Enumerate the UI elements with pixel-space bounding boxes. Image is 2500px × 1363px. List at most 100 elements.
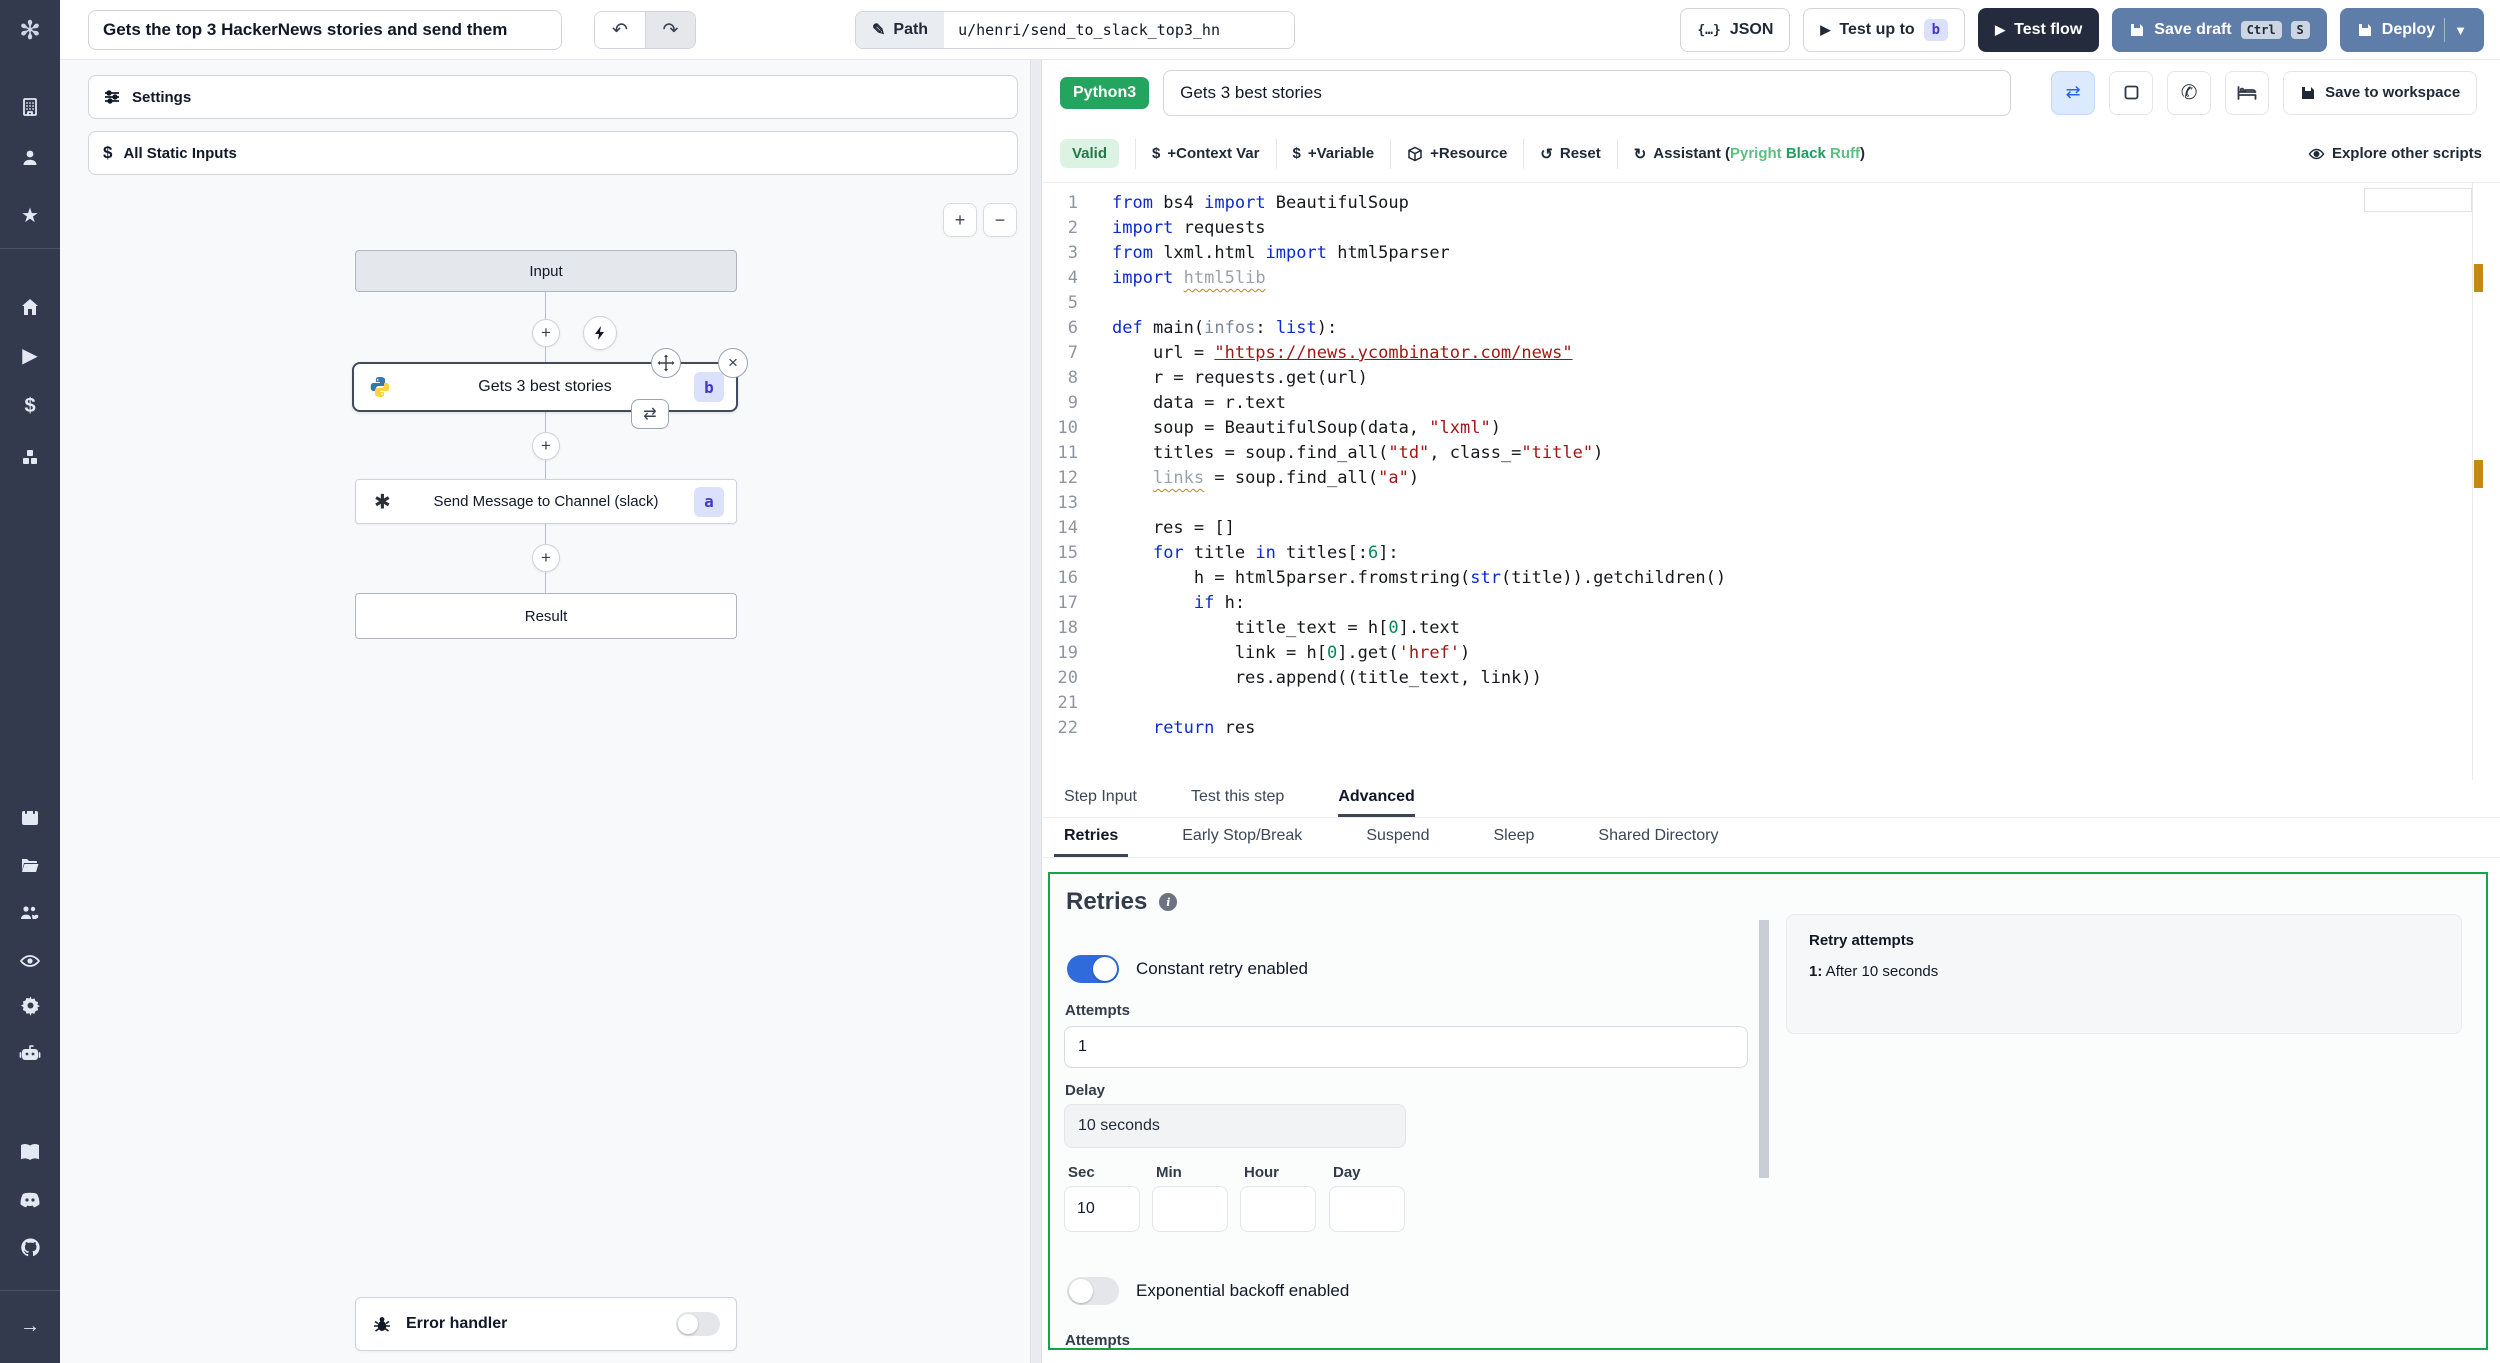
hour-input[interactable] — [1240, 1186, 1316, 1232]
subtab-suspend[interactable]: Suspend — [1356, 818, 1439, 857]
flow-title-input[interactable] — [88, 10, 562, 50]
assistant-tool-ruff: Ruff — [1830, 145, 1861, 162]
min-label: Min — [1156, 1164, 1182, 1181]
step-a-id-badge: a — [694, 486, 724, 517]
retries-settings-panel: Retries i Constant retry enabled Attempt… — [1048, 872, 2488, 1350]
resources-cubes-icon[interactable] — [10, 437, 50, 477]
explore-other-scripts-button[interactable]: Explore other scripts — [2308, 145, 2482, 162]
redo-button[interactable]: ↷ — [645, 12, 695, 48]
suspend-toolbar-button[interactable]: ✆ — [2167, 70, 2212, 115]
attempts-input[interactable] — [1064, 1026, 1748, 1068]
editor-scrollbar[interactable] — [2364, 188, 2472, 212]
assistant-button[interactable]: ↻ Assistant (Pyright Black Ruff) — [1634, 145, 1865, 163]
sidebar-divider — [0, 248, 60, 249]
json-icon: {…} — [1697, 22, 1721, 38]
add-variable-button[interactable]: $ +Variable — [1293, 145, 1375, 162]
code-editor[interactable]: 1 2 3 4 5 6 7 8 9 10 11 12 13 14 15 16 17 18 19 20 21 22 from… — [1042, 183, 2500, 780]
schedules-calendar-icon[interactable] — [10, 797, 50, 837]
all-static-inputs-button[interactable]: $ All Static Inputs — [88, 131, 1018, 175]
flow-result-node[interactable]: Result — [355, 593, 737, 639]
toolbar-divider — [1390, 138, 1392, 169]
step-name-input[interactable] — [1163, 69, 2012, 116]
user-icon[interactable] — [10, 138, 50, 178]
flow-input-node[interactable]: Input — [355, 250, 737, 292]
constant-retry-toggle[interactable] — [1067, 955, 1119, 983]
day-label: Day — [1333, 1164, 1361, 1181]
sec-input[interactable] — [1064, 1186, 1140, 1232]
node-retry-loop-button[interactable]: ⇄ — [631, 399, 669, 429]
flow-settings-button[interactable]: Settings — [88, 75, 1018, 119]
retries-title: Retries i — [1066, 888, 1178, 916]
undo-button[interactable]: ↶ — [595, 12, 645, 48]
retries-scrollbar[interactable] — [1759, 920, 1769, 1178]
day-input[interactable] — [1329, 1186, 1405, 1232]
github-icon[interactable] — [10, 1227, 50, 1267]
move-node-handle[interactable] — [651, 348, 681, 378]
add-context-var-button[interactable]: $ +Context Var — [1152, 145, 1259, 162]
subtab-retries[interactable]: Retries — [1054, 818, 1129, 857]
constant-retry-row: Constant retry enabled — [1067, 955, 1308, 983]
tab-advanced[interactable]: Advanced — [1338, 780, 1415, 817]
trigger-bolt-button[interactable] — [583, 316, 617, 350]
flow-step-b-node[interactable]: Gets 3 best stories b — [352, 362, 738, 412]
error-handler-toggle[interactable] — [676, 1312, 720, 1336]
attempts-label: Attempts — [1065, 1002, 1131, 1019]
tab-step-input[interactable]: Step Input — [1064, 780, 1137, 817]
groups-users-icon[interactable] — [10, 893, 50, 933]
repeat-icon: ⇄ — [643, 406, 657, 423]
subtab-shared-directory[interactable]: Shared Directory — [1588, 818, 1728, 857]
insert-step-button[interactable]: + — [532, 432, 560, 460]
error-handler-node[interactable]: Error handler — [355, 1297, 737, 1351]
insert-step-button[interactable]: + — [532, 544, 560, 572]
folders-icon[interactable] — [10, 845, 50, 885]
settings-gear-icon[interactable] — [10, 985, 50, 1025]
path-label: Path — [893, 21, 929, 38]
test-up-to-button[interactable]: ▶ Test up to b — [1803, 8, 1966, 52]
ai-robot-icon[interactable] — [10, 1033, 50, 1073]
zoom-in-button[interactable]: + — [943, 203, 977, 237]
zoom-out-button[interactable]: − — [983, 203, 1017, 237]
audit-eye-icon[interactable] — [10, 941, 50, 981]
save-draft-button[interactable]: Save draft Ctrl S — [2112, 8, 2327, 52]
discord-icon[interactable] — [10, 1180, 50, 1220]
test-flow-button[interactable]: ▶ Test flow — [1978, 8, 2100, 52]
workspace-icon[interactable] — [10, 87, 50, 127]
retries-toolbar-button[interactable]: ⇄ — [2051, 70, 2096, 115]
home-icon[interactable] — [10, 287, 50, 327]
exponential-backoff-toggle[interactable] — [1067, 1277, 1119, 1305]
sidebar-divider — [0, 1290, 60, 1291]
variables-dollar-icon[interactable]: $ — [10, 386, 50, 426]
flow-step-a-node[interactable]: ✱ Send Message to Channel (slack) a — [355, 479, 737, 524]
assistant-tool-black: Black — [1785, 145, 1826, 162]
info-icon[interactable]: i — [1159, 893, 1178, 911]
python-icon — [368, 375, 392, 399]
code-content: from bs4 import BeautifulSoup import requ… — [1112, 193, 1727, 738]
chevron-down-icon[interactable]: ▼ — [2454, 23, 2467, 38]
delete-node-button[interactable]: × — [718, 348, 748, 378]
sleep-toolbar-button[interactable] — [2225, 70, 2270, 115]
tab-test-this-step[interactable]: Test this step — [1191, 780, 1284, 817]
collapse-arrow-icon[interactable]: → — [10, 1306, 50, 1346]
subtab-early-stop[interactable]: Early Stop/Break — [1172, 818, 1312, 857]
insert-step-button[interactable]: + — [532, 319, 560, 347]
flow-path[interactable]: ✎ Path u/henri/send_to_slack_top3_hn — [855, 11, 1296, 49]
windmill-logo-icon[interactable]: ✻ — [0, 0, 60, 60]
panel-resize-divider[interactable] — [1030, 60, 1042, 1363]
early-stop-toolbar-button[interactable] — [2109, 70, 2154, 115]
reset-button[interactable]: ↺ Reset — [1540, 145, 1600, 163]
json-button[interactable]: {…} JSON — [1680, 8, 1791, 52]
save-to-workspace-button[interactable]: Save to workspace — [2283, 70, 2478, 115]
docs-book-icon[interactable] — [10, 1132, 50, 1172]
min-input[interactable] — [1152, 1186, 1228, 1232]
subtab-sleep[interactable]: Sleep — [1483, 818, 1544, 857]
favorites-star-icon[interactable]: ★ — [10, 195, 50, 235]
dollar-icon: $ — [103, 143, 113, 162]
step-b-title: Gets 3 best stories — [478, 378, 612, 395]
add-resource-button[interactable]: +Resource — [1407, 145, 1507, 162]
toolbar-divider — [1275, 138, 1277, 169]
deploy-button[interactable]: Deploy ▼ — [2339, 8, 2484, 52]
topbar-actions: {…} JSON ▶ Test up to b ▶ Test flow Save… — [1680, 8, 2484, 52]
retry-loop-icon: ⇄ — [2065, 82, 2081, 102]
runs-play-icon[interactable]: ▶ — [10, 335, 50, 375]
kbd-s: S — [2290, 21, 2310, 39]
